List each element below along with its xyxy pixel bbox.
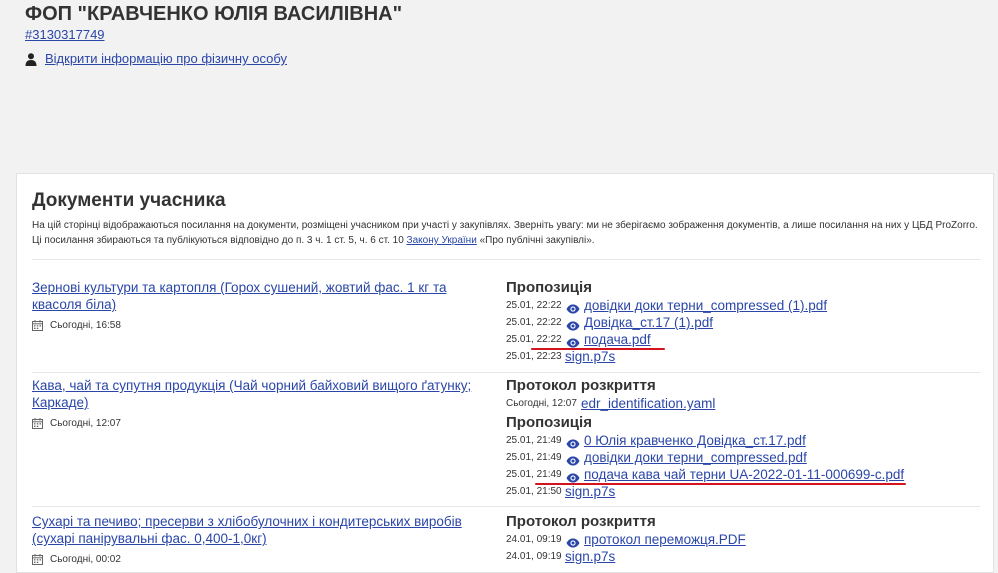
- person-info-row: Відкрити інформацію про фізичну особу: [25, 51, 975, 67]
- eye-icon[interactable]: [566, 318, 580, 330]
- divider: [32, 372, 980, 373]
- tender-documents: Протокол розкриття Сьогодні, 12:07 edr_i…: [506, 377, 980, 500]
- tender-date: Сьогодні, 16:58: [32, 320, 472, 331]
- person-info-link[interactable]: Відкрити інформацію про фізичну особу: [45, 51, 287, 67]
- edrpou-link[interactable]: #3130317749: [25, 27, 105, 43]
- document-link[interactable]: Довідка_ст.17 (1).pdf: [584, 315, 713, 330]
- document-item: 25.01, 22:22 Довідка_ст.17 (1).pdf: [506, 315, 714, 330]
- document-item: 25.01, 22:22 довідки доки терни_compress…: [506, 298, 828, 313]
- document-link[interactable]: sign.p7s: [565, 484, 615, 499]
- document-item: 25.01, 21:49 0 Юлія кравченко Довідка_ст…: [506, 433, 806, 448]
- document-link[interactable]: довідки доки терни_compressed.pdf: [584, 450, 807, 465]
- eye-icon[interactable]: [566, 301, 580, 313]
- document-link[interactable]: подача.pdf: [584, 332, 651, 347]
- document-link[interactable]: sign.p7s: [565, 549, 615, 564]
- calendar-icon: [32, 320, 43, 331]
- tender-link[interactable]: Кава, чай та супутня продукція (Чай чорн…: [32, 377, 472, 411]
- tender-documents: Протокол розкриття 24.01, 09:19 протокол…: [506, 513, 980, 565]
- participant-documents-card: Документи учасника На цій сторінці відоб…: [16, 173, 994, 573]
- eye-icon[interactable]: [566, 470, 580, 482]
- doc-group-title: Протокол розкриття: [506, 377, 656, 394]
- document-item: 24.01, 09:19 sign.p7s: [506, 549, 616, 564]
- tender-date: Сьогодні, 12:07: [32, 418, 472, 429]
- tender-info: Кава, чай та супутня продукція (Чай чорн…: [32, 377, 472, 429]
- divider: [32, 506, 980, 507]
- document-link[interactable]: 0 Юлія кравченко Довідка_ст.17.pdf: [584, 433, 806, 448]
- document-item: 24.01, 09:19 протокол переможця.PDF: [506, 532, 746, 547]
- law-link[interactable]: Закону України: [407, 235, 477, 246]
- document-item: 25.01, 22:23 sign.p7s: [506, 349, 616, 364]
- tender-info: Сухарі та печиво; пресерви з хлібобулочн…: [32, 513, 472, 565]
- calendar-icon: [32, 418, 43, 429]
- doc-group-title: Протокол розкриття: [506, 513, 656, 530]
- company-name: ФОП "КРАВЧЕНКО ЮЛІЯ ВАСИЛІВНА": [25, 3, 403, 25]
- calendar-icon: [32, 554, 43, 565]
- eye-icon[interactable]: [566, 453, 580, 465]
- document-item: 25.01, 21:50 sign.p7s: [506, 484, 616, 499]
- card-title: Документи учасника: [32, 190, 226, 211]
- document-item: 25.01, 21:49 подача кава чай терни UA-20…: [506, 467, 905, 482]
- participant-header: ФОП "КРАВЧЕНКО ЮЛІЯ ВАСИЛІВНА" #31303177…: [25, 2, 975, 67]
- red-annotation-underline: [531, 348, 665, 350]
- eye-icon[interactable]: [566, 335, 580, 347]
- document-item: 25.01, 22:22 подача.pdf: [506, 332, 651, 347]
- document-link[interactable]: довідки доки терни_compressed (1).pdf: [584, 298, 827, 313]
- tender-link[interactable]: Зернові культури та картопля (Горох суше…: [32, 279, 472, 313]
- red-annotation-underline: [535, 483, 906, 485]
- document-item: 25.01, 21:49 довідки доки терни_compress…: [506, 450, 807, 465]
- tender-link[interactable]: Сухарі та печиво; пресерви з хлібобулочн…: [32, 513, 472, 547]
- doc-group-title: Пропозиція: [506, 414, 592, 431]
- eye-icon[interactable]: [566, 436, 580, 448]
- tender-info: Зернові культури та картопля (Горох суше…: [32, 279, 472, 331]
- document-link[interactable]: подача кава чай терни UA-2022-01-11-0006…: [584, 467, 904, 482]
- divider: [32, 259, 980, 260]
- eye-icon[interactable]: [566, 535, 580, 547]
- document-link[interactable]: sign.p7s: [565, 349, 615, 364]
- tender-documents: Пропозиція 25.01, 22:22 довідки доки тер…: [506, 279, 980, 365]
- user-icon: [25, 52, 37, 66]
- tender-date: Сьогодні, 00:02: [32, 554, 472, 565]
- document-link[interactable]: протокол переможця.PDF: [584, 532, 746, 547]
- doc-group-title: Пропозиція: [506, 279, 592, 296]
- document-item: Сьогодні, 12:07 edr_identification.yaml: [506, 396, 716, 411]
- documents-notice: На цій сторінці відображаються посилання…: [32, 220, 978, 246]
- document-link[interactable]: edr_identification.yaml: [581, 396, 715, 411]
